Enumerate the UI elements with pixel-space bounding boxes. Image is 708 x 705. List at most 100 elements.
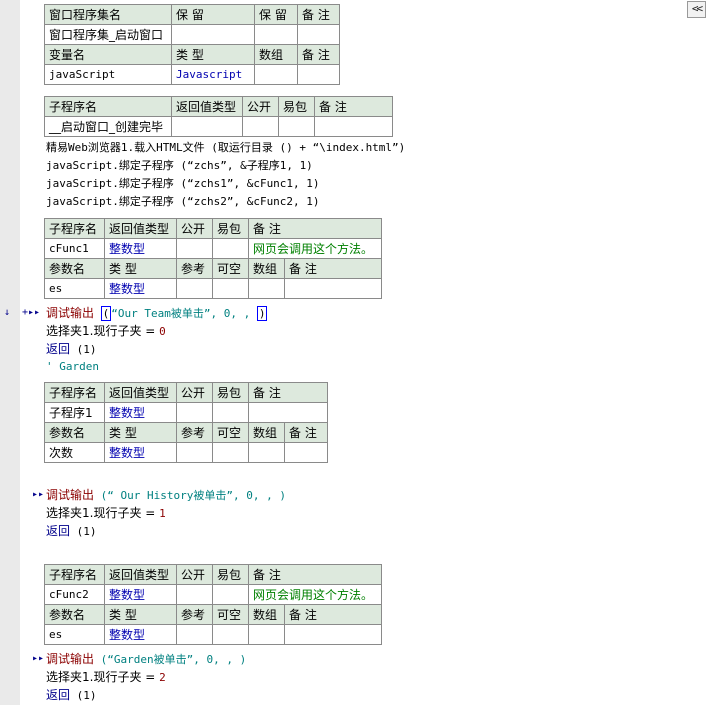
flow-plus-marker-icon[interactable]: +▸▸ (22, 306, 40, 320)
child1-param-header-note: 备 注 (283, 422, 329, 443)
child1-name-cell[interactable]: 子程序1 (44, 402, 105, 423)
child1-param-type-cell[interactable]: 整数型 (104, 442, 177, 463)
debug-output-command: 调试输出 (46, 488, 95, 502)
cfunc1-param-type-cell[interactable]: 整数型 (104, 278, 177, 299)
return-command: 返回 (46, 342, 71, 356)
cfunc1-header-return: 返回值类型 (104, 218, 177, 239)
cfunc2-name-cell[interactable]: cFunc2 (44, 584, 105, 605)
var-header-type: 类 型 (171, 44, 255, 65)
cfunc2-param-array-cell[interactable] (248, 624, 285, 645)
cfunc2-public-cell[interactable] (176, 584, 213, 605)
breakpoint-arrow-icon[interactable]: ↓ (4, 306, 10, 320)
cfunc2-return-cell[interactable]: 整数型 (104, 584, 177, 605)
cfunc1-public-cell[interactable] (176, 238, 213, 259)
cfunc1-param-array-cell[interactable] (248, 278, 285, 299)
module-header-reserved: 保 留 (171, 4, 255, 25)
cfunc1-param-note-cell[interactable] (283, 278, 383, 299)
var-name-cell[interactable]: javaScript (44, 64, 172, 85)
cfunc1-return-cell[interactable]: 整数型 (104, 238, 177, 259)
sub-public-cell[interactable] (242, 116, 279, 137)
child1-param-note-cell[interactable] (283, 442, 329, 463)
module-reserved-cell[interactable] (171, 24, 255, 45)
child1-param-nullable-cell[interactable] (212, 442, 249, 463)
var-type-cell[interactable]: Javascript (171, 64, 255, 85)
code-line-debug-output-team[interactable]: 调试输出 (“Our Team被单击”, 0, , ) (46, 306, 268, 321)
child1-header-return: 返回值类型 (104, 382, 177, 403)
sub-note-cell[interactable] (314, 116, 393, 137)
code-line-comment-garden[interactable]: ' Garden (46, 360, 99, 374)
sub-return-cell[interactable] (171, 116, 243, 137)
cfunc1-param-ref-cell[interactable] (176, 278, 213, 299)
child1-param-name-cell[interactable]: 次数 (44, 442, 105, 463)
code-line-set-tab-2[interactable]: 选择夹1.现行子夹 = 2 (46, 670, 166, 685)
cfunc2-param-header-array: 数组 (248, 604, 285, 625)
module-note-cell[interactable] (297, 24, 340, 45)
module-header-name: 窗口程序集名 (44, 4, 172, 25)
set-tab-value: 1 (159, 507, 166, 520)
code-line-return-1[interactable]: 返回 (1) (46, 342, 97, 357)
debug-output-command: 调试输出 (46, 306, 95, 320)
cfunc2-note-cell[interactable]: 网页会调用这个方法。 (247, 584, 383, 605)
module-reserved2-cell[interactable] (254, 24, 298, 45)
child1-param-ref-cell[interactable] (176, 442, 213, 463)
cfunc2-header-return: 返回值类型 (104, 564, 177, 585)
var-note-cell[interactable] (297, 64, 340, 85)
cfunc1-param-name-cell[interactable]: es (44, 278, 105, 299)
debug-output-args: “Our Team被单击”, 0, , (111, 307, 257, 320)
module-header-reserved2: 保 留 (254, 4, 298, 25)
child1-header-public: 公开 (176, 382, 213, 403)
child1-param-array-cell[interactable] (248, 442, 285, 463)
code-line-return-1b[interactable]: 返回 (1) (46, 524, 97, 539)
sub-easy-cell[interactable] (278, 116, 315, 137)
code-line-debug-output-history[interactable]: 调试输出 (“ Our History被单击”, 0, , ) (46, 488, 286, 503)
flow-marker-icon-2[interactable]: ▸▸ (32, 652, 44, 666)
cfunc2-param-note-cell[interactable] (283, 624, 383, 645)
cfunc1-header-note: 备 注 (247, 218, 383, 239)
cfunc2-param-header-type: 类 型 (104, 604, 177, 625)
cfunc2-param-ref-cell[interactable] (176, 624, 213, 645)
cfunc1-header-name: 子程序名 (44, 218, 105, 239)
cfunc1-easy-cell[interactable] (212, 238, 249, 259)
cfunc2-param-type-cell[interactable]: 整数型 (104, 624, 177, 645)
var-array-cell[interactable] (254, 64, 298, 85)
sub-cfunc1-table: 子程序名 返回值类型 公开 易包 备 注 cFunc1 整数型 网页会调用这个方… (44, 218, 383, 299)
collapse-button[interactable]: << (687, 1, 706, 18)
code-line-debug-output-garden[interactable]: 调试输出 (“Garden被单击”, 0, , ) (46, 652, 246, 667)
cfunc2-param-nullable-cell[interactable] (212, 624, 249, 645)
code-line-set-tab-1[interactable]: 选择夹1.现行子夹 = 1 (46, 506, 166, 521)
return-command: 返回 (46, 688, 71, 702)
child1-return-cell[interactable]: 整数型 (104, 402, 177, 423)
cfunc2-param-name-cell[interactable]: es (44, 624, 105, 645)
child1-easy-cell[interactable] (212, 402, 249, 423)
flow-marker-icon[interactable]: ▸▸ (32, 488, 44, 502)
sub-child1-table: 子程序名 返回值类型 公开 易包 备 注 子程序1 整数型 参数名 类 型 参考… (44, 382, 329, 463)
sub-header-name: 子程序名 (44, 96, 172, 117)
sub-cfunc2-table: 子程序名 返回值类型 公开 易包 备 注 cFunc2 整数型 网页会调用这个方… (44, 564, 383, 645)
code-line-return-1c[interactable]: 返回 (1) (46, 688, 97, 703)
child1-param-header-array: 数组 (248, 422, 285, 443)
sub-name-cell[interactable]: __启动窗口_创建完毕 (44, 116, 172, 137)
cfunc1-note-cell[interactable]: 网页会调用这个方法。 (247, 238, 383, 259)
cfunc2-easy-cell[interactable] (212, 584, 249, 605)
code-line-bind-zchs2[interactable]: javaScript.绑定子程序 (“zchs2”, &cFunc2, 1) (46, 195, 320, 209)
child1-header-note: 备 注 (247, 382, 329, 403)
cfunc2-param-header-note: 备 注 (283, 604, 383, 625)
var-header-name: 变量名 (44, 44, 172, 65)
child1-public-cell[interactable] (176, 402, 213, 423)
child1-note-cell[interactable] (247, 402, 329, 423)
set-tab-statement: 选择夹1.现行子夹 = (46, 324, 160, 338)
code-line-bind-zchs1[interactable]: javaScript.绑定子程序 (“zchs1”, &cFunc1, 1) (46, 177, 320, 191)
code-line-set-tab-0[interactable]: 选择夹1.现行子夹 = 0 (46, 324, 166, 339)
code-line-load-html[interactable]: 精易Web浏览器1.载入HTML文件 (取运行目录 () + “\index.h… (46, 141, 405, 155)
cfunc2-header-easy: 易包 (212, 564, 249, 585)
code-line-bind-zchs[interactable]: javaScript.绑定子程序 (“zchs”, &子程序1, 1) (46, 159, 313, 173)
module-name-cell[interactable]: 窗口程序集_启动窗口 (44, 24, 172, 45)
return-args: (1) (70, 343, 97, 356)
child1-param-header-ref: 参考 (176, 422, 213, 443)
selection-close-paren: ) (256, 306, 268, 321)
cfunc1-header-public: 公开 (176, 218, 213, 239)
cfunc1-param-nullable-cell[interactable] (212, 278, 249, 299)
cfunc1-name-cell[interactable]: cFunc1 (44, 238, 105, 259)
cfunc2-header-public: 公开 (176, 564, 213, 585)
set-tab-statement: 选择夹1.现行子夹 = (46, 670, 160, 684)
